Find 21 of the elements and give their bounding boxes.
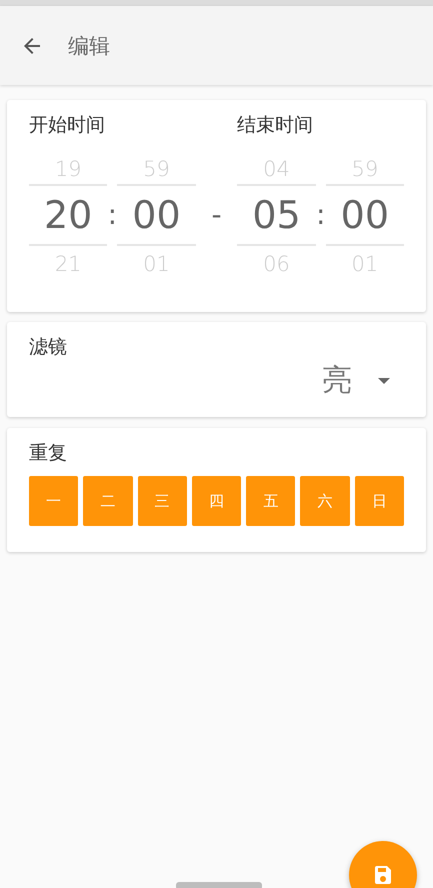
day-toggle[interactable]: 二 xyxy=(83,476,133,526)
range-separator: - xyxy=(210,198,223,231)
day-toggle[interactable]: 五 xyxy=(246,476,296,526)
day-toggle[interactable]: 六 xyxy=(300,476,350,526)
day-toggle[interactable]: 三 xyxy=(138,476,187,526)
day-toggle[interactable]: 一 xyxy=(29,476,78,526)
day-toggle[interactable]: 四 xyxy=(192,476,242,526)
page-title: 编辑 xyxy=(68,32,110,60)
time-picker-value[interactable]: 05 xyxy=(237,184,316,246)
filter-dropdown[interactable]: 亮 xyxy=(29,360,404,401)
time-picker-value[interactable]: 00 xyxy=(326,184,404,246)
time-separator: : xyxy=(316,198,326,231)
time-picker-value[interactable]: 00 xyxy=(117,184,196,246)
repeat-label: 重复 xyxy=(29,442,67,464)
start-time-label: 开始时间 xyxy=(29,113,106,138)
filter-label: 滤镜 xyxy=(29,336,67,358)
caret-icon xyxy=(378,378,390,384)
day-toggle[interactable]: 日 xyxy=(354,476,404,526)
end-time-label: 结束时间 xyxy=(237,113,313,138)
time-picker-value[interactable]: 20 xyxy=(29,184,108,246)
time-separator: : xyxy=(107,198,118,231)
